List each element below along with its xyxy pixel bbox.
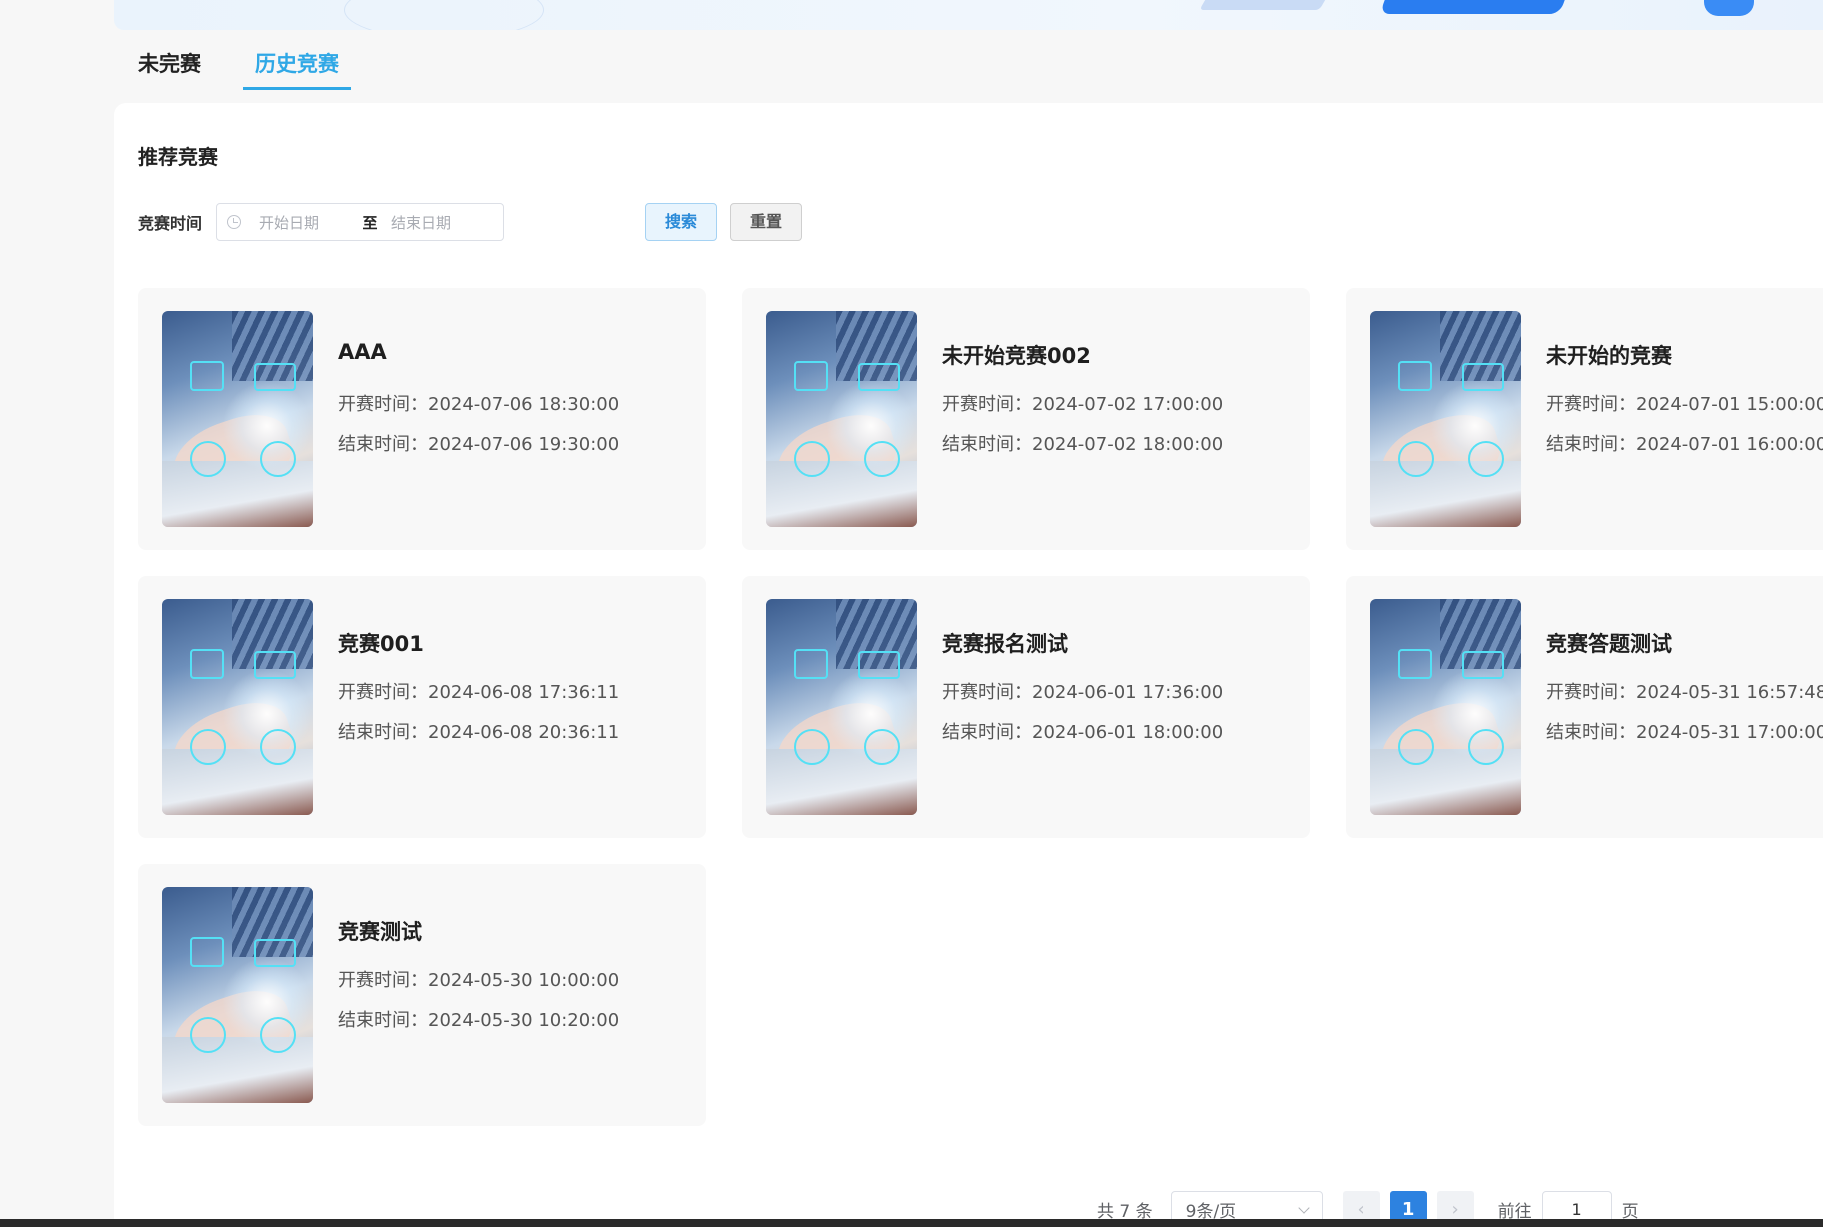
reset-button[interactable]: 重置 — [730, 203, 802, 241]
top-banner — [114, 0, 1823, 30]
competition-thumbnail — [162, 311, 313, 527]
start-date-input[interactable]: 开始日期 — [259, 212, 349, 233]
competition-card[interactable]: 竞赛报名测试 开赛时间：2024-06-01 17:36:00 结束时间：202… — [742, 576, 1310, 838]
card-end-time: 结束时间：2024-07-01 16:00:00 — [1546, 434, 1823, 455]
competition-thumbnail — [1370, 311, 1521, 527]
competition-card[interactable]: 未开始竞赛002 开赛时间：2024-07-02 17:00:00 结束时间：2… — [742, 288, 1310, 550]
banner-decoration — [1704, 0, 1754, 16]
card-end-time: 结束时间：2024-06-01 18:00:00 — [942, 722, 1224, 743]
competition-thumbnail — [1370, 599, 1521, 815]
filter-label: 竞赛时间 — [138, 214, 203, 233]
competition-card[interactable]: 竞赛测试 开赛时间：2024-05-30 10:00:00 结束时间：2024-… — [138, 864, 706, 1126]
competition-card[interactable]: 竞赛001 开赛时间：2024-06-08 17:36:11 结束时间：2024… — [138, 576, 706, 838]
card-start-time: 开赛时间：2024-06-01 17:36:00 — [942, 682, 1224, 703]
banner-decoration — [1379, 0, 1569, 14]
tab-unfinished[interactable]: 未完赛 — [126, 44, 213, 90]
banner-decoration — [344, 0, 544, 30]
card-start-time: 开赛时间：2024-05-30 10:00:00 — [338, 970, 620, 991]
banner-decoration — [1199, 0, 1329, 10]
competition-thumbnail — [162, 887, 313, 1103]
card-start-time: 开赛时间：2024-07-06 18:30:00 — [338, 394, 620, 415]
card-end-time: 结束时间：2024-07-02 18:00:00 — [942, 434, 1224, 455]
competition-thumbnail — [162, 599, 313, 815]
date-separator: 至 — [362, 213, 378, 232]
card-title: 未开始的竞赛 — [1546, 344, 1672, 368]
chevron-down-icon — [1297, 1201, 1310, 1214]
main-panel: 推荐竞赛 竞赛时间 开始日期 至 结束日期 搜索 重置 AAA 开赛时间：202… — [114, 103, 1823, 1227]
competition-thumbnail — [766, 599, 917, 815]
competition-thumbnail — [766, 311, 917, 527]
card-title: 竞赛答题测试 — [1546, 632, 1672, 656]
card-end-time: 结束时间：2024-06-08 20:36:11 — [338, 722, 620, 743]
competition-card[interactable]: 未开始的竞赛 开赛时间：2024-07-01 15:00:00 结束时间：202… — [1346, 288, 1823, 550]
page: 未完赛 历史竞赛 推荐竞赛 竞赛时间 开始日期 至 结束日期 搜索 重置 AAA… — [0, 0, 1823, 1227]
card-title: 竞赛报名测试 — [942, 632, 1068, 656]
search-button[interactable]: 搜索 — [645, 203, 717, 241]
card-end-time: 结束时间：2024-05-31 17:00:00 — [1546, 722, 1823, 743]
filter-bar: 竞赛时间 开始日期 至 结束日期 搜索 重置 — [138, 203, 802, 241]
card-title: 竞赛测试 — [338, 920, 422, 944]
card-start-time: 开赛时间：2024-07-02 17:00:00 — [942, 394, 1224, 415]
card-start-time: 开赛时间：2024-06-08 17:36:11 — [338, 682, 620, 703]
card-title: AAA — [338, 340, 387, 364]
competition-card[interactable]: 竞赛答题测试 开赛时间：2024-05-31 16:57:48 结束时间：202… — [1346, 576, 1823, 838]
card-end-time: 结束时间：2024-05-30 10:20:00 — [338, 1010, 620, 1031]
tab-history[interactable]: 历史竞赛 — [243, 44, 351, 90]
taskbar-strip — [0, 1219, 1823, 1227]
end-date-input[interactable]: 结束日期 — [391, 212, 481, 233]
clock-icon — [227, 215, 242, 229]
card-title: 未开始竞赛002 — [942, 344, 1091, 368]
card-title: 竞赛001 — [338, 632, 424, 656]
competition-card[interactable]: AAA 开赛时间：2024-07-06 18:30:00 结束时间：2024-0… — [138, 288, 706, 550]
section-title: 推荐竞赛 — [138, 145, 218, 169]
card-start-time: 开赛时间：2024-07-01 15:00:00 — [1546, 394, 1823, 415]
card-end-time: 结束时间：2024-07-06 19:30:00 — [338, 434, 620, 455]
tab-bar: 未完赛 历史竞赛 — [126, 44, 381, 92]
card-start-time: 开赛时间：2024-05-31 16:57:48 — [1546, 682, 1823, 703]
date-range-picker[interactable]: 开始日期 至 结束日期 — [216, 203, 505, 241]
